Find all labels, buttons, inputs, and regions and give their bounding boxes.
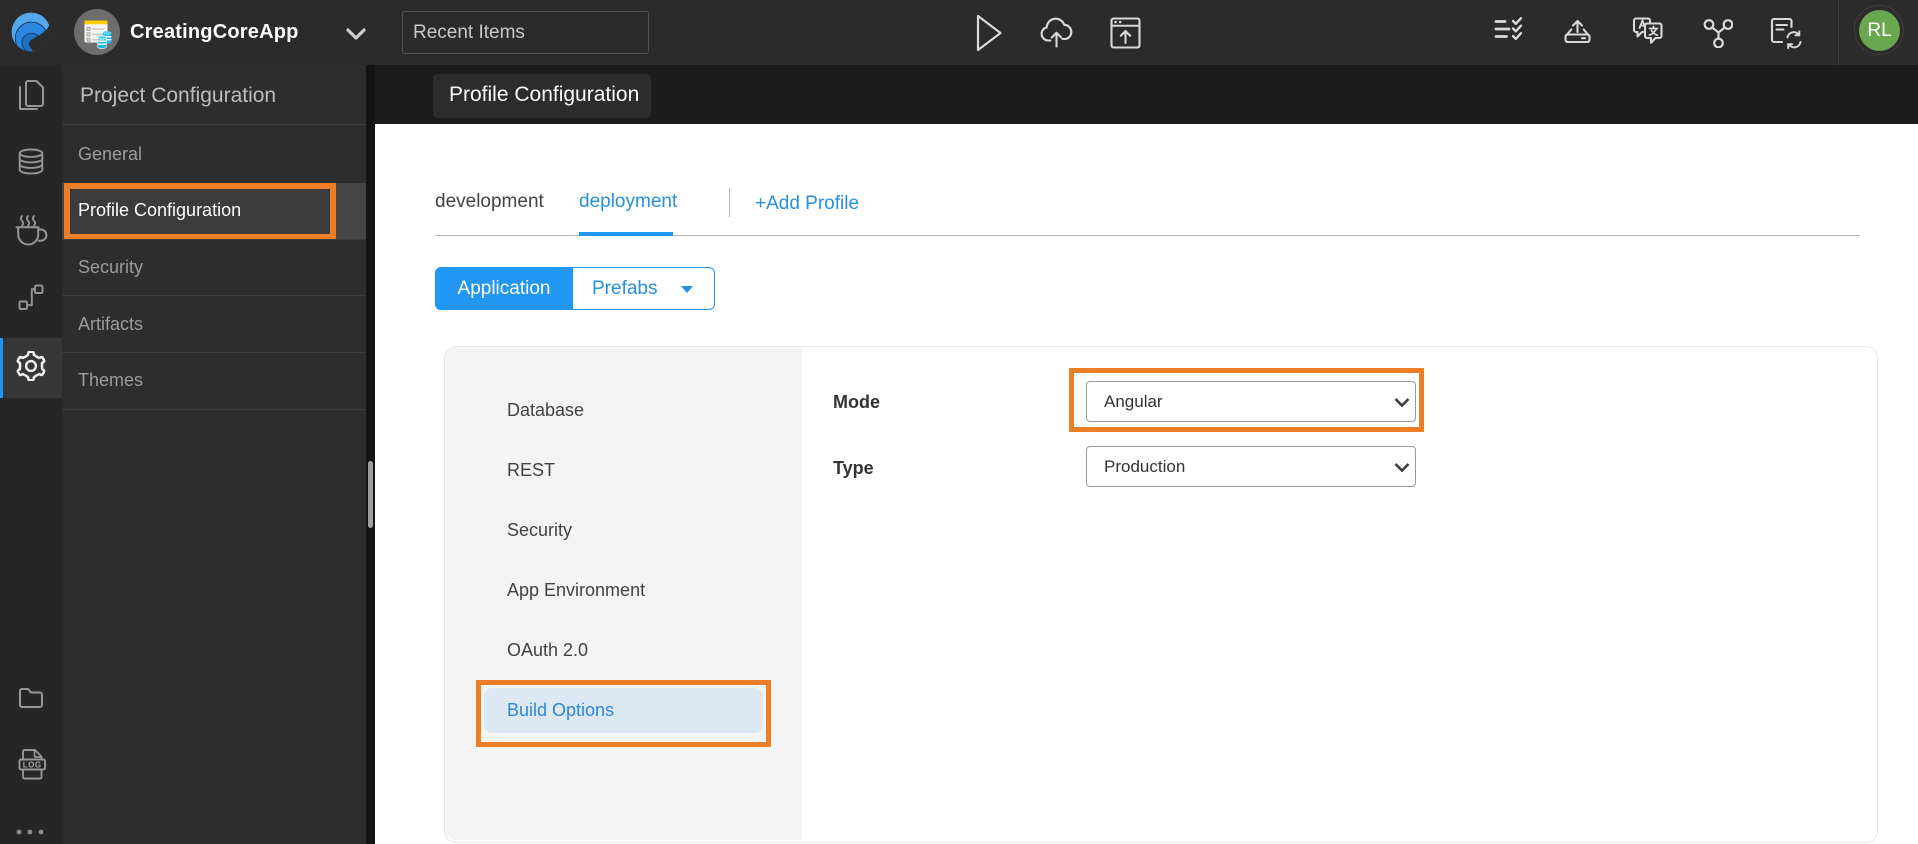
- svg-text:LOG: LOG: [23, 761, 42, 770]
